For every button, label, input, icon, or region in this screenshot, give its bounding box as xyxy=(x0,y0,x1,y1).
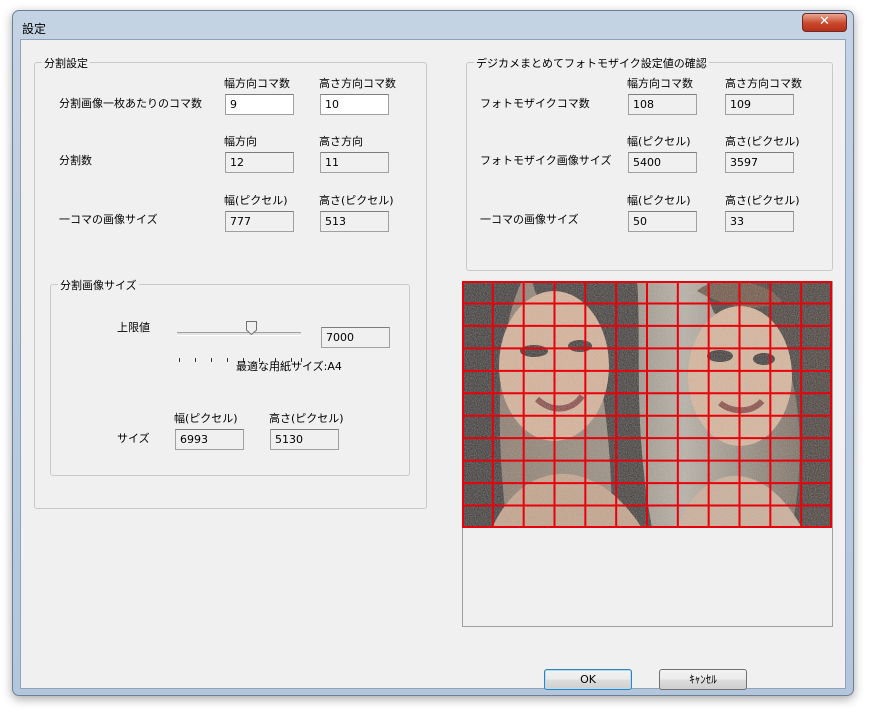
frames-width-header: 幅方向コマ数 xyxy=(224,77,290,90)
title-bar[interactable]: 設定 ✕ xyxy=(13,11,853,39)
mosaic-frame-height-field: 33 xyxy=(725,211,794,232)
slider-tick xyxy=(195,358,196,362)
mosaic-frames-width-field: 108 xyxy=(628,94,697,115)
frame-px-height-header: 高さ(ピクセル) xyxy=(319,194,394,207)
upper-limit-field: 7000 xyxy=(321,327,390,348)
mosaic-px-height-header: 高さ(ピクセル) xyxy=(725,135,800,148)
size-label: サイズ xyxy=(117,432,150,445)
count-height-header: 高さ方向 xyxy=(319,135,363,148)
frames-height-header: 高さ方向コマ数 xyxy=(319,77,396,90)
slider-tick xyxy=(211,358,212,362)
mosaic-image-size-label: フォトモザイク画像サイズ xyxy=(480,154,612,167)
mosaic-preview-image xyxy=(462,281,832,528)
split-image-size-legend: 分割画像サイズ xyxy=(58,277,139,293)
upper-limit-slider-thumb[interactable] xyxy=(246,321,257,335)
size-height-field: 5130 xyxy=(270,429,339,450)
count-height-field: 11 xyxy=(320,152,389,173)
ok-button[interactable]: OK xyxy=(544,669,632,690)
mosaic-frames-width-header: 幅方向コマ数 xyxy=(627,77,693,90)
mosaic-frame-px-height-header: 高さ(ピクセル) xyxy=(725,194,800,207)
frame-px-height-field: 513 xyxy=(320,211,389,232)
frames-height-input[interactable]: 10 xyxy=(320,94,389,115)
size-px-height-header: 高さ(ピクセル) xyxy=(269,412,344,425)
frame-size-label: 一コマの画像サイズ xyxy=(59,213,158,226)
confirm-settings-legend: デジカメまとめてフォトモザイク設定値の確認 xyxy=(474,55,709,71)
frame-px-width-header: 幅(ピクセル) xyxy=(224,194,288,207)
count-width-field: 12 xyxy=(225,152,294,173)
slider-tick xyxy=(227,358,228,362)
split-count-label: 分割数 xyxy=(59,154,92,167)
size-px-width-header: 幅(ピクセル) xyxy=(174,412,238,425)
mosaic-image-height-field: 3597 xyxy=(725,152,794,173)
slider-tick xyxy=(179,358,180,362)
frames-per-image-label: 分割画像一枚あたりのコマ数 xyxy=(59,97,202,110)
mosaic-frame-size-label: 一コマの画像サイズ xyxy=(480,213,579,226)
close-icon: ✕ xyxy=(819,14,830,29)
split-settings-legend: 分割設定 xyxy=(42,55,90,71)
mosaic-frame-px-width-header: 幅(ピクセル) xyxy=(627,194,691,207)
optimal-paper-size-text: 最適な用紙サイズ:A4 xyxy=(236,360,342,373)
frame-px-width-field: 777 xyxy=(225,211,294,232)
frames-width-input[interactable]: 9 xyxy=(225,94,294,115)
mosaic-px-width-header: 幅(ピクセル) xyxy=(627,135,691,148)
upper-limit-slider-track[interactable] xyxy=(177,332,301,336)
close-button[interactable]: ✕ xyxy=(802,13,847,32)
cancel-button[interactable]: ｷｬﾝｾﾙ xyxy=(659,669,747,690)
mosaic-frames-height-field: 109 xyxy=(725,94,794,115)
mosaic-frames-height-header: 高さ方向コマ数 xyxy=(725,77,802,90)
upper-limit-label: 上限値 xyxy=(117,321,150,334)
mosaic-image-width-field: 5400 xyxy=(628,152,697,173)
window-title: 設定 xyxy=(22,22,47,36)
settings-dialog: 設定 ✕ 分割設定 幅方向コマ数 高さ方向コマ数 分割画像一枚あたりのコマ数 9… xyxy=(12,10,854,696)
size-width-field: 6993 xyxy=(175,429,244,450)
mosaic-frame-width-field: 50 xyxy=(628,211,697,232)
dialog-client-area: 分割設定 幅方向コマ数 高さ方向コマ数 分割画像一枚あたりのコマ数 9 10 幅… xyxy=(20,39,846,690)
count-width-header: 幅方向 xyxy=(224,135,257,148)
mosaic-frames-label: フォトモザイクコマ数 xyxy=(480,97,590,110)
